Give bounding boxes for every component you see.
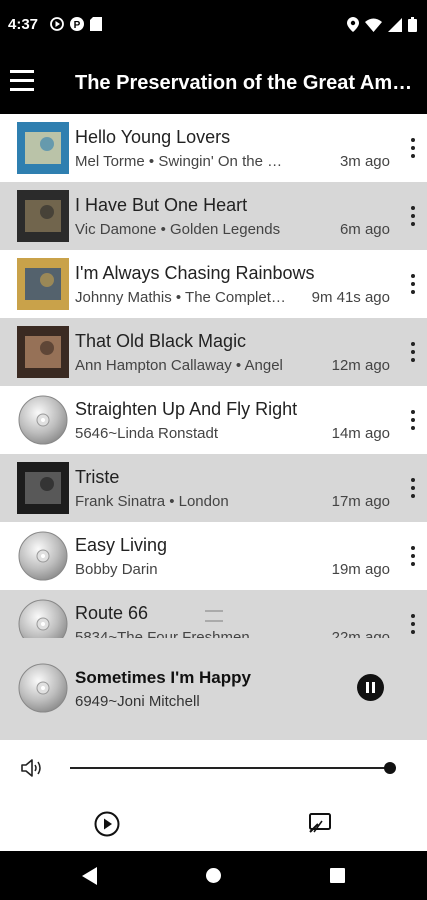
more-vert-icon[interactable] bbox=[407, 410, 419, 430]
app-bar: The Preservation of the Great American S… bbox=[0, 52, 427, 114]
status-time: 4:37 bbox=[8, 16, 39, 33]
player-controls bbox=[0, 740, 427, 851]
song-title: That Old Black Magic bbox=[75, 331, 247, 351]
song-played-time: 12m ago bbox=[331, 357, 390, 374]
song-artist-album: 5834~The Four Freshmen bbox=[75, 629, 250, 638]
pause-circle-icon[interactable] bbox=[357, 674, 384, 701]
volume-slider-thumb[interactable] bbox=[384, 762, 396, 774]
song-row[interactable]: Route 66 5834~The Four Freshmen 22m ago bbox=[0, 590, 427, 638]
play-circle-icon bbox=[50, 17, 64, 31]
song-title: Triste bbox=[75, 467, 120, 487]
more-vert-icon[interactable] bbox=[407, 138, 419, 158]
song-row[interactable]: I'm Always Chasing Rainbows Johnny Mathi… bbox=[0, 250, 427, 318]
song-played-time: 14m ago bbox=[331, 425, 390, 442]
song-artist-album: Vic Damone • Golden Legends bbox=[75, 221, 281, 238]
song-artist-album: Johnny Mathis • The Complete Collection bbox=[75, 289, 290, 306]
song-title: Straighten Up And Fly Right bbox=[75, 399, 298, 419]
sd-card-icon bbox=[90, 17, 102, 31]
app-title: The Preservation of the Great American S… bbox=[75, 72, 420, 94]
song-title: Hello Young Lovers bbox=[75, 127, 231, 147]
battery-icon bbox=[408, 17, 417, 32]
album-art-icon bbox=[17, 190, 69, 242]
volume-icon[interactable] bbox=[20, 757, 44, 779]
song-played-time: 3m ago bbox=[339, 153, 390, 170]
song-played-time: 22m ago bbox=[331, 629, 390, 638]
back-triangle-icon[interactable] bbox=[82, 867, 98, 885]
song-row[interactable]: Straighten Up And Fly Right 5646~Linda R… bbox=[0, 386, 427, 454]
song-artist-album: 5646~Linda Ronstadt bbox=[75, 425, 219, 442]
more-vert-icon[interactable] bbox=[407, 274, 419, 294]
cast-icon[interactable] bbox=[308, 812, 332, 834]
song-artist-album: Mel Torme • Swingin' On the Moon bbox=[75, 153, 290, 170]
home-circle-icon[interactable] bbox=[206, 868, 221, 883]
status-bar: 4:37 P bbox=[0, 0, 427, 52]
song-artist-album: Bobby Darin bbox=[75, 561, 158, 578]
status-right-icons bbox=[347, 17, 417, 32]
album-art-icon bbox=[17, 258, 69, 310]
song-title: I Have But One Heart bbox=[75, 195, 248, 215]
album-art-icon bbox=[17, 462, 69, 514]
play-circle-outline-icon[interactable] bbox=[94, 811, 120, 837]
wifi-icon bbox=[365, 18, 382, 32]
song-history-list[interactable]: Hello Young Lovers Mel Torme • Swingin' … bbox=[0, 114, 427, 638]
more-vert-icon[interactable] bbox=[407, 546, 419, 566]
song-played-time: 9m 41s ago bbox=[311, 289, 390, 306]
more-vert-icon[interactable] bbox=[407, 342, 419, 362]
more-vert-icon[interactable] bbox=[407, 614, 419, 634]
location-icon bbox=[347, 17, 359, 32]
recents-square-icon[interactable] bbox=[330, 868, 345, 883]
disc-icon bbox=[18, 599, 68, 638]
system-nav-bar bbox=[0, 851, 427, 900]
now-playing-bar[interactable]: Sometimes I'm Happy 6949~Joni Mitchell bbox=[0, 638, 427, 740]
album-art-icon bbox=[17, 326, 69, 378]
song-row[interactable]: Easy Living Bobby Darin 19m ago bbox=[0, 522, 427, 590]
disc-icon bbox=[18, 395, 68, 445]
song-played-time: 19m ago bbox=[331, 561, 390, 578]
svg-text:P: P bbox=[74, 20, 81, 31]
drag-handle-icon[interactable] bbox=[205, 610, 223, 622]
disc-icon bbox=[18, 531, 68, 581]
volume-slider-track[interactable] bbox=[70, 767, 390, 769]
song-row[interactable]: Triste Frank Sinatra • London 17m ago bbox=[0, 454, 427, 522]
hamburger-menu-icon[interactable] bbox=[10, 68, 36, 94]
song-title: Route 66 bbox=[75, 603, 149, 623]
album-art-icon bbox=[17, 122, 69, 174]
song-played-time: 6m ago bbox=[339, 221, 390, 238]
pinterest-icon: P bbox=[70, 17, 84, 31]
disc-icon bbox=[18, 663, 68, 713]
song-row[interactable]: I Have But One Heart Vic Damone • Golden… bbox=[0, 182, 427, 250]
song-title: Easy Living bbox=[75, 535, 168, 555]
song-row[interactable]: Hello Young Lovers Mel Torme • Swingin' … bbox=[0, 114, 427, 182]
status-left-icons: P bbox=[50, 17, 102, 31]
song-artist-album: Ann Hampton Callaway • Angel bbox=[75, 357, 283, 374]
song-row[interactable]: That Old Black Magic Ann Hampton Callawa… bbox=[0, 318, 427, 386]
song-title: I'm Always Chasing Rainbows bbox=[75, 263, 315, 283]
now-playing-title: Sometimes I'm Happy bbox=[75, 668, 251, 687]
cell-signal-icon bbox=[388, 17, 402, 32]
more-vert-icon[interactable] bbox=[407, 478, 419, 498]
now-playing-artist: 6949~Joni Mitchell bbox=[75, 693, 200, 710]
song-played-time: 17m ago bbox=[331, 493, 390, 510]
more-vert-icon[interactable] bbox=[407, 206, 419, 226]
song-artist-album: Frank Sinatra • London bbox=[75, 493, 229, 510]
